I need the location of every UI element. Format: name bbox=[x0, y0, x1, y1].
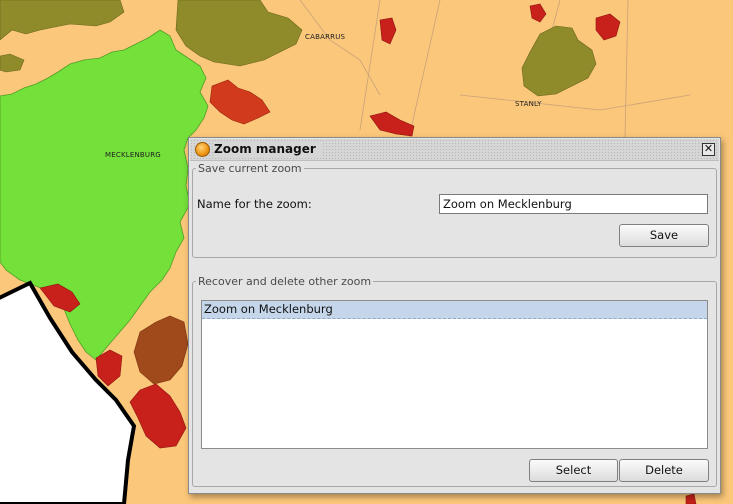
map-label-cabarrus: CABARRUS bbox=[305, 33, 346, 41]
map-label-mecklenburg: MECKLENBURG bbox=[105, 151, 161, 159]
map-label-stanly: STANLY bbox=[515, 100, 542, 108]
saved-zooms-list[interactable]: Zoom on Mecklenburg bbox=[201, 300, 708, 449]
save-zoom-section-title: Save current zoom bbox=[198, 162, 302, 175]
list-item[interactable]: Zoom on Mecklenburg bbox=[202, 301, 707, 319]
region-red-9 bbox=[685, 493, 697, 504]
recover-zoom-section-title: Recover and delete other zoom bbox=[198, 275, 372, 288]
zoom-manager-dialog: Zoom manager ✕ Save current zoom Name fo… bbox=[188, 137, 721, 494]
save-button[interactable]: Save bbox=[619, 224, 709, 247]
close-icon[interactable]: ✕ bbox=[702, 143, 715, 156]
zoom-name-label: Name for the zoom: bbox=[197, 197, 312, 211]
select-button[interactable]: Select bbox=[529, 459, 618, 482]
dialog-title: Zoom manager bbox=[214, 142, 322, 156]
zoom-name-input[interactable] bbox=[439, 194, 708, 214]
dialog-titlebar[interactable]: Zoom manager ✕ bbox=[190, 139, 719, 161]
app-logo-icon bbox=[195, 142, 210, 157]
delete-button[interactable]: Delete bbox=[619, 459, 709, 482]
